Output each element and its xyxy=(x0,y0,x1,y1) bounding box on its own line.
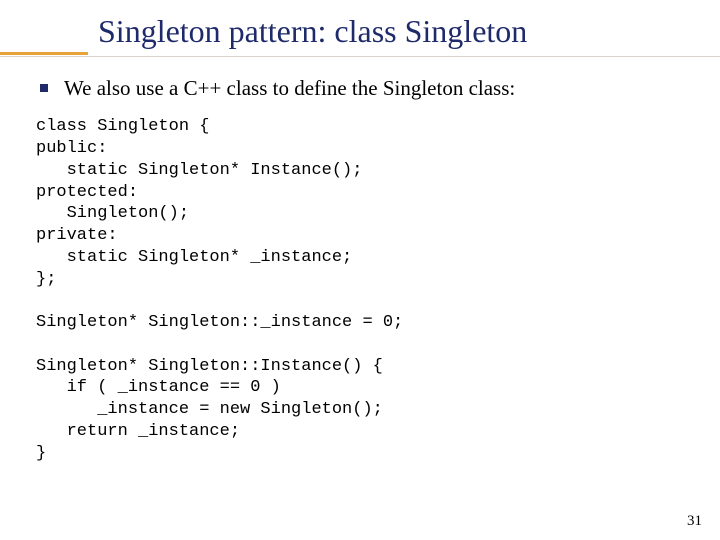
slide-body: We also use a C++ class to define the Si… xyxy=(40,75,680,464)
slide-number: 31 xyxy=(687,513,702,530)
slide-title: Singleton pattern: class Singleton xyxy=(98,14,720,49)
title-area: Singleton pattern: class Singleton xyxy=(0,0,720,49)
divider-line xyxy=(0,56,720,57)
code-block: class Singleton { public: static Singlet… xyxy=(36,116,680,464)
bullet-text: We also use a C++ class to define the Si… xyxy=(64,75,515,102)
square-bullet-icon xyxy=(40,84,48,92)
accent-bar xyxy=(0,52,88,55)
bullet-item: We also use a C++ class to define the Si… xyxy=(40,75,680,102)
